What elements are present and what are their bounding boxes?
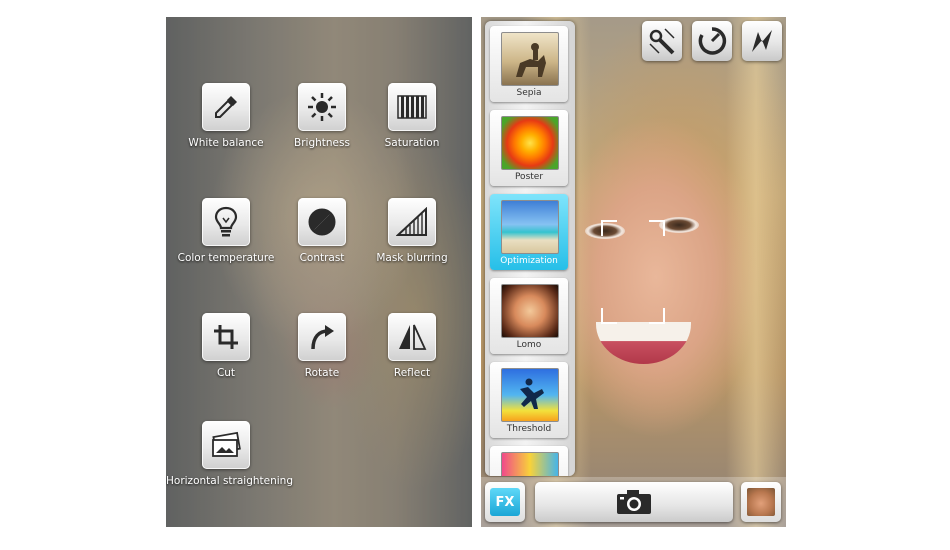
effect-label: Sepia xyxy=(516,88,542,98)
effect-label: Optimization xyxy=(500,256,558,266)
effect-label: Threshold xyxy=(506,424,552,434)
timer-button[interactable] xyxy=(692,21,732,61)
tool-mask-blurring[interactable]: Mask blurring xyxy=(352,198,472,264)
effect-threshold[interactable]: Threshold xyxy=(490,362,568,438)
gradient-triangle-icon xyxy=(388,198,436,246)
sun-icon xyxy=(298,83,346,131)
mirror-icon xyxy=(388,313,436,361)
effect-sepia[interactable]: Sepia xyxy=(490,26,568,102)
effect-label: Lomo xyxy=(516,340,542,350)
tool-horizontal-straightening[interactable]: Horizontal straightening xyxy=(166,421,293,487)
crop-icon xyxy=(202,313,250,361)
effect-poster[interactable]: Poster xyxy=(490,110,568,186)
flash-button[interactable] xyxy=(742,21,782,61)
photos-icon xyxy=(202,421,250,469)
poster-thumbnail xyxy=(501,116,559,170)
right-eye xyxy=(659,217,699,233)
flash-icon xyxy=(752,30,772,52)
tool-label: Reflect xyxy=(393,367,431,379)
effects-strip[interactable]: Sepia Poster Optimization Lomo Threshold xyxy=(485,21,575,476)
antishake-icon xyxy=(649,28,675,55)
bars-icon xyxy=(388,83,436,131)
face-focus-frame xyxy=(601,220,665,324)
eyedropper-icon xyxy=(202,83,250,131)
threshold-thumbnail xyxy=(501,368,559,422)
hair-highlight xyxy=(726,17,786,527)
smile xyxy=(596,322,691,364)
last-photo-thumbnail xyxy=(747,488,775,516)
contrast-icon xyxy=(298,198,346,246)
rotate-arrow-icon xyxy=(298,313,346,361)
camera-viewfinder[interactable]: Sepia Poster Optimization Lomo Threshold… xyxy=(481,17,786,527)
tool-label: Horizontal straightening xyxy=(166,475,293,487)
effect-next-partial[interactable] xyxy=(490,446,568,476)
tool-reflect[interactable]: Reflect xyxy=(352,313,472,379)
lomo-thumbnail xyxy=(501,284,559,338)
tool-label: Mask blurring xyxy=(376,252,448,264)
optimization-thumbnail xyxy=(501,200,559,254)
effect-lomo[interactable]: Lomo xyxy=(490,278,568,354)
shutter-button[interactable] xyxy=(535,482,733,522)
fx-label: FX xyxy=(490,488,520,516)
next-effect-thumbnail xyxy=(501,452,559,476)
edit-tools-panel: White balance Brightness Saturation Colo… xyxy=(166,17,472,527)
tool-label: Saturation xyxy=(384,137,440,149)
antishake-button[interactable] xyxy=(642,21,682,61)
camera-bottom-bar: FX xyxy=(481,477,786,527)
sepia-thumbnail xyxy=(501,32,559,86)
camera-icon xyxy=(617,490,651,514)
gallery-thumbnail-button[interactable] xyxy=(741,482,781,522)
tool-saturation[interactable]: Saturation xyxy=(352,83,472,149)
fx-button[interactable]: FX xyxy=(485,482,525,522)
effect-label: Poster xyxy=(514,172,544,182)
effect-optimization[interactable]: Optimization xyxy=(490,194,568,270)
timer-icon xyxy=(698,27,727,55)
lightbulb-icon xyxy=(202,198,250,246)
